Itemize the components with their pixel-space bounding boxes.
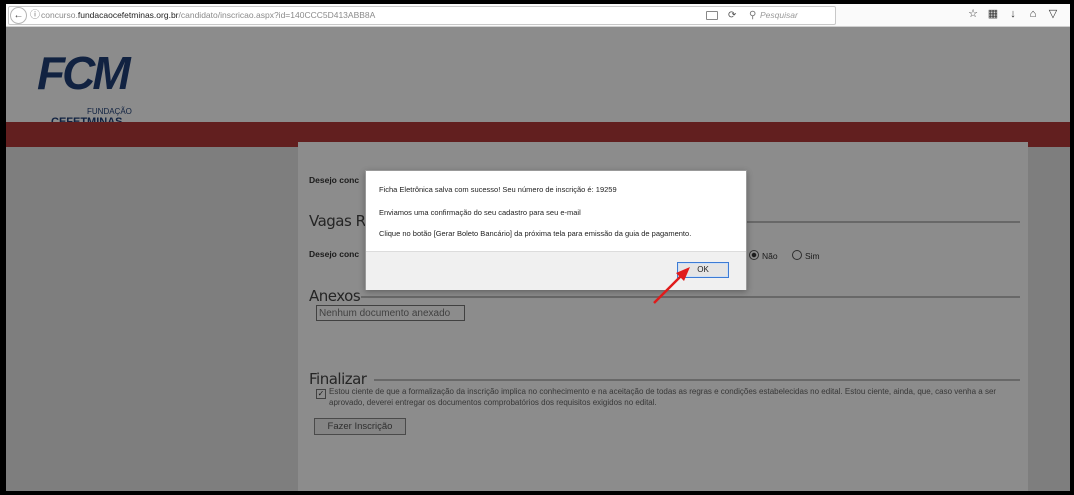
search-input[interactable]: Pesquisar <box>760 7 798 24</box>
dialog-message-2: Enviamos uma confirmação do seu cadastro… <box>379 208 581 217</box>
dialog-message-1: Ficha Eletrônica salva com sucesso! Seu … <box>379 185 617 194</box>
dialog-body: Ficha Eletrônica salva com sucesso! Seu … <box>366 171 746 251</box>
browser-window: ← ⓘ concurso.fundacaocefetminas.org.br/c… <box>6 4 1070 491</box>
pocket-icon[interactable]: ▽ <box>1046 7 1060 22</box>
search-icon: ⚲ <box>749 10 757 21</box>
back-icon[interactable]: ← <box>10 7 27 24</box>
bookmark-star-icon[interactable]: ☆ <box>966 7 980 22</box>
url-domain: fundacaocefetminas.org.br <box>77 10 179 20</box>
browser-toolbar: ← ⓘ concurso.fundacaocefetminas.org.br/c… <box>6 4 1070 27</box>
url-prefix: concurso. <box>41 10 78 20</box>
reload-icon[interactable]: ⟳ <box>728 7 736 24</box>
library-icon[interactable]: ▦ <box>986 7 1000 22</box>
dialog-message-3: Clique no botão [Gerar Boleto Bancário] … <box>379 229 692 238</box>
url-path: /candidato/inscricao.aspx?id=140CCC5D413… <box>178 10 376 20</box>
download-icon[interactable]: ↓ <box>1006 7 1020 22</box>
home-icon[interactable]: ⌂ <box>1026 7 1040 22</box>
reader-icon[interactable] <box>706 11 718 20</box>
address-bar[interactable]: ← ⓘ concurso.fundacaocefetminas.org.br/c… <box>8 6 836 25</box>
info-icon[interactable]: ⓘ <box>30 8 40 23</box>
url-text[interactable]: concurso.fundacaocefetminas.org.br/candi… <box>41 7 375 24</box>
annotation-arrow-icon <box>653 267 690 304</box>
